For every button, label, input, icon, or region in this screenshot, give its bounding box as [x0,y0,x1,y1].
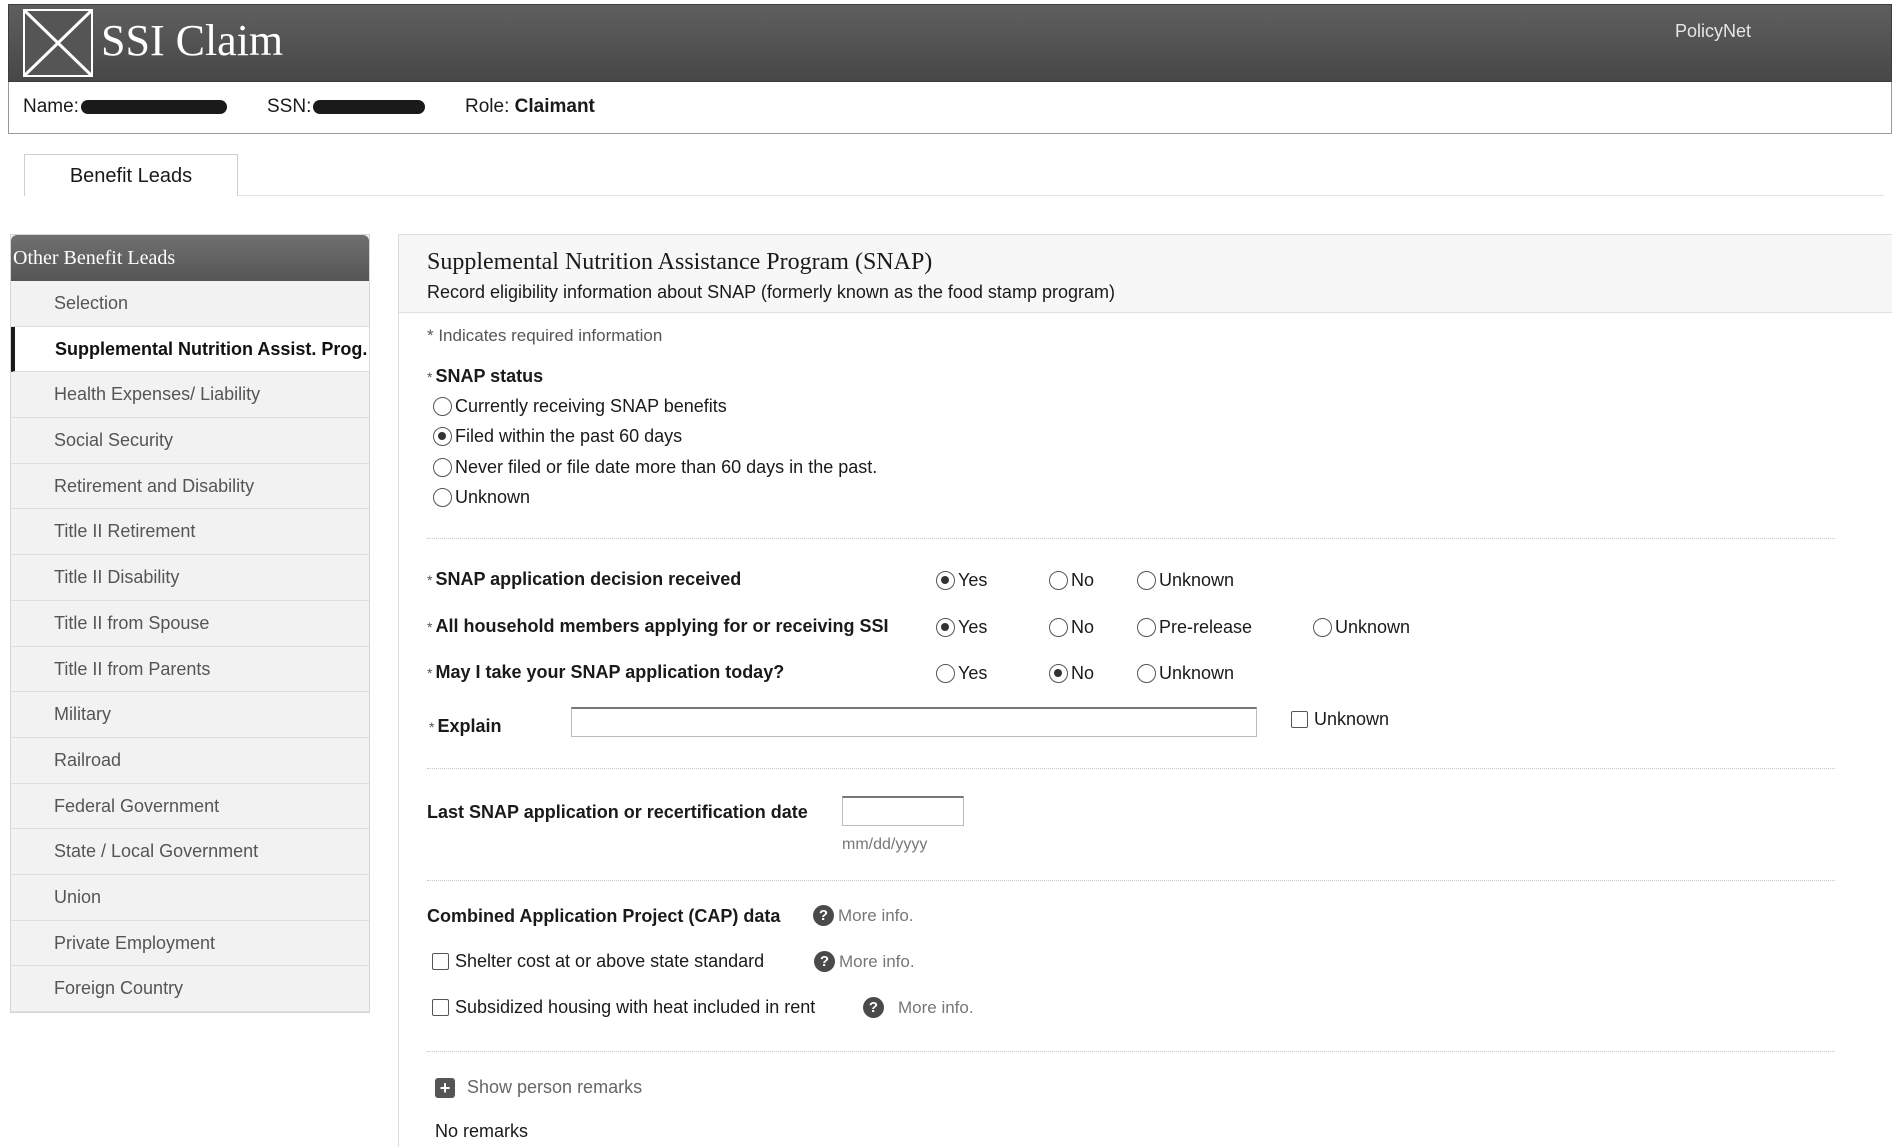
cap-data-label: Combined Application Project (CAP) data [427,906,781,926]
radio-button[interactable] [1137,571,1156,590]
app-header: SSI Claim PolicyNet [8,4,1892,82]
radio-button[interactable] [1137,664,1156,683]
sidebar-header: Other Benefit Leads [11,235,369,281]
radio-button-selected[interactable] [936,571,955,590]
cap-more-info-link[interactable]: ? More info. [813,905,914,926]
tab-benefit-leads[interactable]: Benefit Leads [24,154,238,196]
decision-received-label: * SNAP application decision received [427,569,742,589]
subsidized-more-info-link[interactable]: ? More info. [863,997,974,1018]
name-redaction [80,99,227,114]
sidebar-item-railroad[interactable]: Railroad [11,738,369,784]
radio-button[interactable] [433,488,452,507]
role-label: Role: [465,96,510,117]
section-header: Supplemental Nutrition Assistance Progra… [399,235,1892,313]
radio-button[interactable] [433,458,452,477]
radio-button-selected[interactable] [1049,664,1068,683]
explain-unknown-checkbox[interactable] [1291,711,1308,728]
main-panel: Supplemental Nutrition Assistance Progra… [398,234,1892,1147]
sidebar-item-title2-parents[interactable]: Title II from Parents [11,647,369,693]
section-divider [427,1051,1835,1052]
shelter-more-info-link[interactable]: ? More info. [814,951,915,972]
take-application-no[interactable]: No [1049,663,1094,684]
radio-button[interactable] [1049,571,1068,590]
shelter-cost-option[interactable]: Shelter cost at or above state standard [432,951,764,972]
last-date-label: Last SNAP application or recertification… [427,802,808,822]
radio-button[interactable] [936,664,955,683]
household-members-label: * All household members applying for or r… [427,616,889,636]
sidebar-item-selection[interactable]: Selection [11,281,369,327]
name-label: Name: [23,96,79,117]
help-icon[interactable]: ? [863,997,884,1018]
snap-status-label: * SNAP status [427,366,544,386]
radio-button[interactable] [1137,618,1156,637]
explain-label: * Explain [429,716,502,736]
user-role: Role: Claimant [465,96,595,118]
remarks-text: No remarks [435,1121,529,1141]
radio-button[interactable] [1049,618,1068,637]
help-icon[interactable]: ? [814,951,835,972]
subsidized-housing-checkbox[interactable] [432,999,449,1016]
sidebar-item-foreign-country[interactable]: Foreign Country [11,966,369,1012]
help-icon[interactable]: ? [813,905,834,926]
sidebar-item-federal-government[interactable]: Federal Government [11,784,369,830]
section-divider [427,768,1835,769]
sidebar-item-state-local-government[interactable]: State / Local Government [11,829,369,875]
subsidized-housing-option[interactable]: Subsidized housing with heat included in… [432,997,815,1018]
explain-input[interactable] [571,707,1257,737]
app-logo-icon [23,9,93,77]
show-remarks-toggle[interactable]: + Show person remarks [435,1077,642,1098]
sidebar-item-health-expenses[interactable]: Health Expenses/ Liability [11,372,369,419]
explain-unknown-option[interactable]: Unknown [1291,709,1389,730]
household-members-unknown[interactable]: Unknown [1313,617,1410,638]
section-divider [427,538,1835,539]
sidebar-item-social-security[interactable]: Social Security [11,418,369,464]
user-info-bar: Name: SSN: Role: Claimant [8,82,1892,134]
sidebar-item-title2-spouse[interactable]: Title II from Spouse [11,601,369,647]
user-name: Name: [23,96,227,118]
ssn-label: SSN: [267,96,312,117]
radio-button-selected[interactable] [433,427,452,446]
policynet-link[interactable]: PolicyNet [1675,21,1751,42]
sidebar-item-title2-retirement[interactable]: Title II Retirement [11,509,369,556]
radio-button-selected[interactable] [936,618,955,637]
sidebar-item-title2-disability[interactable]: Title II Disability [11,555,369,601]
household-members-yes[interactable]: Yes [936,617,987,638]
sidebar: Other Benefit Leads Selection Supplement… [10,234,370,1013]
decision-received-no[interactable]: No [1049,570,1094,591]
required-note: * Indicates required information [427,326,663,345]
sidebar-item-retirement-disability[interactable]: Retirement and Disability [11,464,369,510]
radio-button[interactable] [1313,618,1332,637]
decision-received-yes[interactable]: Yes [936,570,987,591]
household-members-pre-release[interactable]: Pre-release [1137,617,1252,638]
radio-button[interactable] [433,397,452,416]
page-title: Supplemental Nutrition Assistance Progra… [427,249,933,275]
ssn-redaction [313,99,426,114]
tab-divider [238,195,1884,196]
sidebar-item-union[interactable]: Union [11,875,369,921]
snap-status-option-filed[interactable]: Filed within the past 60 days [433,426,682,447]
snap-status-option-receiving[interactable]: Currently receiving SNAP benefits [433,396,727,417]
last-date-input[interactable] [842,796,964,826]
user-ssn: SSN: [267,96,426,118]
date-format-hint: mm/dd/yyyy [842,836,928,853]
take-application-label: * May I take your SNAP application today? [427,662,785,682]
snap-status-option-never-filed[interactable]: Never filed or file date more than 60 da… [433,457,877,478]
sidebar-item-private-employment[interactable]: Private Employment [11,921,369,967]
sidebar-item-military[interactable]: Military [11,692,369,738]
page-subtitle: Record eligibility information about SNA… [427,282,1115,302]
snap-status-option-unknown[interactable]: Unknown [433,487,530,508]
sidebar-item-snap[interactable]: Supplemental Nutrition Assist. Prog. [11,326,369,373]
app-title: SSI Claim [101,16,284,65]
shelter-cost-checkbox[interactable] [432,953,449,970]
role-value: Claimant [514,96,595,117]
take-application-yes[interactable]: Yes [936,663,987,684]
household-members-no[interactable]: No [1049,617,1094,638]
take-application-unknown[interactable]: Unknown [1137,663,1234,684]
section-divider [427,880,1835,881]
expand-plus-icon[interactable]: + [435,1077,455,1098]
decision-received-unknown[interactable]: Unknown [1137,570,1234,591]
